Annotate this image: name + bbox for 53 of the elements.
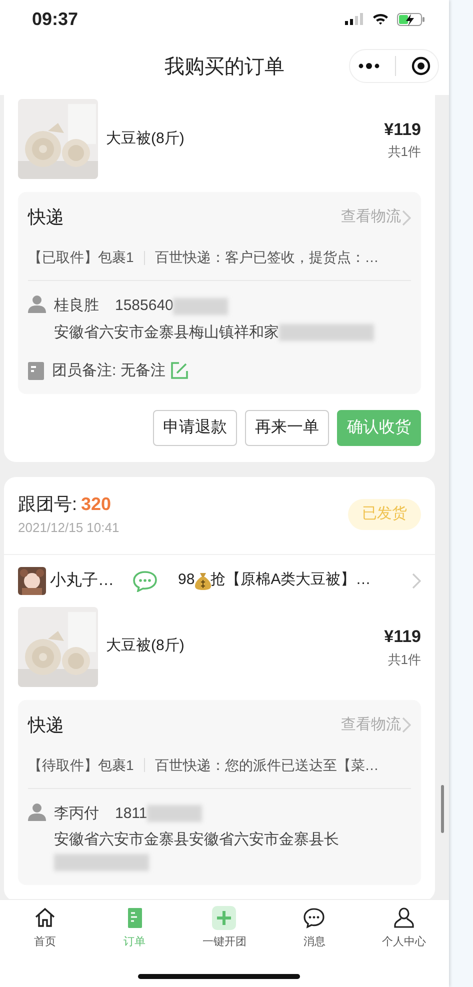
signal-icon [345,13,364,25]
group-number: 320 [81,493,112,516]
quantity: 共1件 [386,650,421,668]
chat-icon [302,906,326,930]
chevron-right-icon[interactable] [411,572,421,588]
post-price: 98 [178,570,195,590]
quantity: 共1件 [386,143,421,161]
home-icon [32,906,57,930]
tracking-message: 百世快递：您的派件已送达至【菜… [154,756,379,774]
post-title: 抢【原棉A类大豆被】… [210,570,372,590]
phone-number: 1585640 [115,296,174,316]
action-button[interactable]: 申请退款 [153,410,237,446]
chevron-right-icon [401,210,411,226]
product-name: 大豆被(8斤) [106,128,186,149]
tab-item[interactable]: 首页 [0,900,90,987]
battery-charging-icon [397,12,425,26]
member-note: 团员备注: 无备注 [52,360,166,380]
tab-item[interactable]: 个人中心 [359,900,449,987]
chevron-right-icon [401,717,411,733]
package-status: 【待取件】包裹1 [28,756,134,774]
status-time: 09:37 [32,8,78,30]
phone-number: 1811 [115,804,148,824]
action-button[interactable]: 再来一单 [245,410,329,446]
chat-icon[interactable] [132,570,158,592]
product-name: 大豆被(8斤) [106,636,186,656]
note-icon [28,362,44,380]
page-title: 我购买的订单 [164,54,284,80]
contact-name: 桂良胜 [54,296,99,316]
group-number-label: 跟团号: [18,493,78,516]
price: ¥119 [384,118,421,140]
scrollbar [441,785,444,833]
person-icon [392,906,416,930]
section-title: 快递 [28,206,64,229]
address: 安徽省六安市金寨县安徽省六安市金寨县长 [54,831,339,848]
price: ¥119 [384,626,421,648]
tracking-message: 百世快递：客户已签收，提货点：… [154,248,379,267]
status-badge: 已发货 [348,499,421,530]
package-status: 【已取件】包裹1 [28,248,134,267]
wifi-icon [372,13,389,25]
address: 安徽省六安市金寨县梅山镇祥和家 [54,324,279,340]
person-icon [28,802,46,820]
person-icon [28,295,46,313]
contact-name: 李丙付 [54,804,99,824]
tab-item[interactable]: 消息 [269,900,360,987]
plus-icon [212,906,236,930]
section-title: 快递 [28,714,64,736]
edit-icon[interactable] [171,362,188,380]
close-mini-program-icon[interactable] [410,56,430,76]
more-icon[interactable] [358,63,380,69]
order-date: 2021/12/15 10:41 [18,519,120,537]
leader-name: 小丸子… [50,570,114,590]
money-bag-icon [194,572,211,590]
tab-item[interactable]: 一键开团 [180,900,270,987]
